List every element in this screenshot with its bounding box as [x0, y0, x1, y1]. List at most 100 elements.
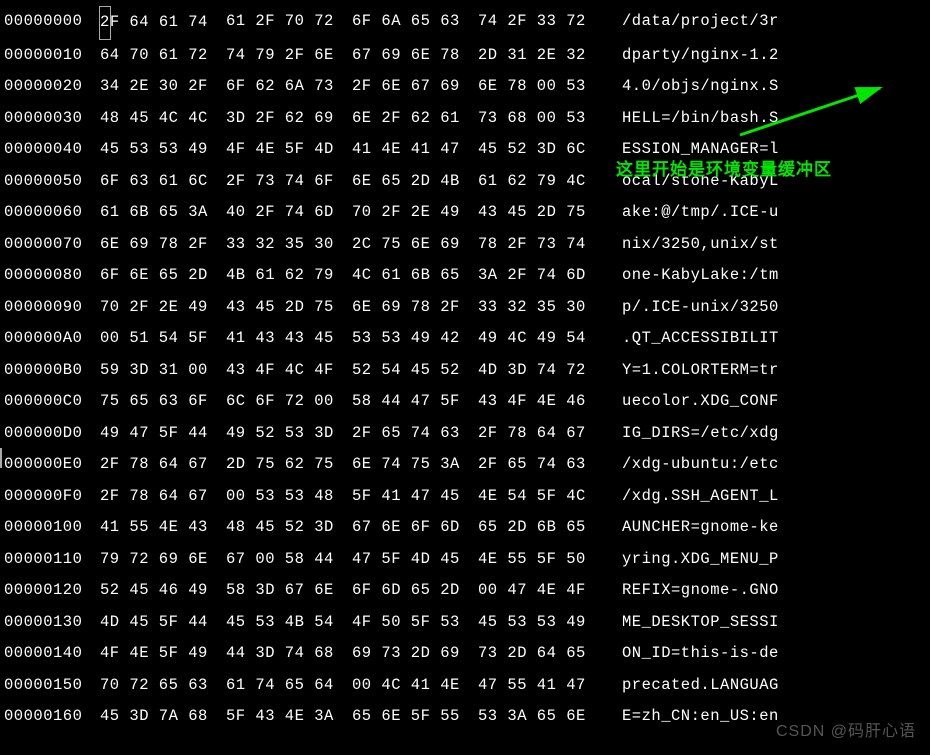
hex-group[interactable]: 43 4F 4C 4F: [226, 355, 352, 387]
ascii-column[interactable]: /xdg.SSH_AGENT_L: [604, 481, 779, 513]
hex-group[interactable]: 6C 6F 72 00: [226, 386, 352, 418]
hex-group[interactable]: 53 53 49 42: [352, 323, 478, 355]
hex-group[interactable]: 4F 4E 5F 49: [100, 638, 226, 670]
ascii-column[interactable]: nix/3250,unix/st: [604, 229, 779, 261]
ascii-column[interactable]: .QT_ACCESSIBILIT: [604, 323, 779, 355]
hex-group[interactable]: 65 2D 6B 65: [478, 512, 604, 544]
hex-row[interactable]: 0000015070 72 65 6361 74 65 6400 4C 41 4…: [0, 670, 930, 702]
hex-group[interactable]: 6F 62 6A 73: [226, 71, 352, 103]
ascii-column[interactable]: p/.ICE-unix/3250: [604, 292, 779, 324]
hex-group[interactable]: 5F 43 4E 3A: [226, 701, 352, 733]
hex-row[interactable]: 000000D049 47 5F 4449 52 53 3D2F 65 74 6…: [0, 418, 930, 450]
hex-group[interactable]: 43 45 2D 75: [478, 197, 604, 229]
hex-group[interactable]: 43 4F 4E 46: [478, 386, 604, 418]
hex-group[interactable]: 45 3D 7A 68: [100, 701, 226, 733]
hex-group[interactable]: 6E 69 78 2F: [352, 292, 478, 324]
hex-row[interactable]: 000001304D 45 5F 4445 53 4B 544F 50 5F 5…: [0, 607, 930, 639]
hex-group[interactable]: 2C 75 6E 69: [352, 229, 478, 261]
hex-group[interactable]: 74 2F 33 72: [478, 6, 604, 40]
hex-group[interactable]: 6F 6D 65 2D: [352, 575, 478, 607]
hex-group[interactable]: 5F 41 47 45: [352, 481, 478, 513]
hex-group[interactable]: 79 72 69 6E: [100, 544, 226, 576]
hex-group[interactable]: 33 32 35 30: [226, 229, 352, 261]
hex-group[interactable]: 67 69 6E 78: [352, 40, 478, 72]
hex-group[interactable]: 3A 2F 74 6D: [478, 260, 604, 292]
hex-group[interactable]: 65 6E 5F 55: [352, 701, 478, 733]
hex-group[interactable]: 41 43 43 45: [226, 323, 352, 355]
hex-group[interactable]: 6E 2F 62 61: [352, 103, 478, 135]
hex-row[interactable]: 000000C075 65 63 6F6C 6F 72 0058 44 47 5…: [0, 386, 930, 418]
hex-row[interactable]: 0000011079 72 69 6E67 00 58 4447 5F 4D 4…: [0, 544, 930, 576]
hex-group[interactable]: 61 74 65 64: [226, 670, 352, 702]
hex-group[interactable]: 49 4C 49 54: [478, 323, 604, 355]
hex-row[interactable]: 0000001064 70 61 7274 79 2F 6E67 69 6E 7…: [0, 40, 930, 72]
hex-group[interactable]: 47 55 41 47: [478, 670, 604, 702]
hex-group[interactable]: 53 3A 65 6E: [478, 701, 604, 733]
hex-group[interactable]: 70 2F 2E 49: [100, 292, 226, 324]
hex-group[interactable]: 00 4C 41 4E: [352, 670, 478, 702]
hex-row[interactable]: 0000012052 45 46 4958 3D 67 6E6F 6D 65 2…: [0, 575, 930, 607]
hex-group[interactable]: 2F 6E 67 69: [352, 71, 478, 103]
ascii-column[interactable]: uecolor.XDG_CONF: [604, 386, 779, 418]
ascii-column[interactable]: yring.XDG_MENU_P: [604, 544, 779, 576]
hex-group[interactable]: 2D 75 62 75: [226, 449, 352, 481]
hex-group[interactable]: 47 5F 4D 45: [352, 544, 478, 576]
ascii-column[interactable]: /xdg-ubuntu:/etc: [604, 449, 779, 481]
hex-group[interactable]: 3D 2F 62 69: [226, 103, 352, 135]
hex-group[interactable]: 75 65 63 6F: [100, 386, 226, 418]
hex-group[interactable]: 6E 78 00 53: [478, 71, 604, 103]
ascii-column[interactable]: ON_ID=this-is-de: [604, 638, 779, 670]
hex-group[interactable]: 33 32 35 30: [478, 292, 604, 324]
ascii-column[interactable]: Y=1.COLORTERM=tr: [604, 355, 779, 387]
hex-group[interactable]: 43 45 2D 75: [226, 292, 352, 324]
hex-group[interactable]: 44 3D 74 68: [226, 638, 352, 670]
hex-group[interactable]: 41 55 4E 43: [100, 512, 226, 544]
hex-group[interactable]: 74 79 2F 6E: [226, 40, 352, 72]
hex-group[interactable]: 00 47 4E 4F: [478, 575, 604, 607]
hex-group[interactable]: 4F 50 5F 53: [352, 607, 478, 639]
ascii-column[interactable]: ake:@/tmp/.ICE-u: [604, 197, 779, 229]
hex-group[interactable]: 2F 78 64 67: [478, 418, 604, 450]
ascii-column[interactable]: ME_DESKTOP_SESSI: [604, 607, 779, 639]
hex-group[interactable]: 41 4E 41 47: [352, 134, 478, 166]
ascii-column[interactable]: dparty/nginx-1.2: [604, 40, 779, 72]
hex-group[interactable]: 61 6B 65 3A: [100, 197, 226, 229]
hex-group[interactable]: 58 3D 67 6E: [226, 575, 352, 607]
hex-group[interactable]: 2F 65 74 63: [352, 418, 478, 450]
ascii-column[interactable]: IG_DIRS=/etc/xdg: [604, 418, 779, 450]
hex-dump-view[interactable]: 000000002F 64 61 7461 2F 70 726F 6A 65 6…: [0, 6, 930, 733]
hex-row[interactable]: 0000006061 6B 65 3A40 2F 74 6D70 2F 2E 4…: [0, 197, 930, 229]
hex-row[interactable]: 0000010041 55 4E 4348 45 52 3D67 6E 6F 6…: [0, 512, 930, 544]
hex-group[interactable]: 45 53 53 49: [100, 134, 226, 166]
ascii-column[interactable]: AUNCHER=gnome-ke: [604, 512, 779, 544]
hex-group[interactable]: 67 6E 6F 6D: [352, 512, 478, 544]
hex-group[interactable]: 73 68 00 53: [478, 103, 604, 135]
ascii-column[interactable]: HELL=/bin/bash.S: [604, 103, 779, 135]
hex-group[interactable]: 69 73 2D 69: [352, 638, 478, 670]
hex-group[interactable]: 61 62 79 4C: [478, 166, 604, 198]
ascii-column[interactable]: precated.LANGUAG: [604, 670, 779, 702]
hex-group[interactable]: 49 47 5F 44: [100, 418, 226, 450]
hex-group[interactable]: 2F 73 74 6F: [226, 166, 352, 198]
hex-group[interactable]: 64 70 61 72: [100, 40, 226, 72]
hex-group[interactable]: 6F 6A 65 63: [352, 6, 478, 40]
hex-row[interactable]: 0000003048 45 4C 4C3D 2F 62 696E 2F 62 6…: [0, 103, 930, 135]
hex-group[interactable]: 4B 61 62 79: [226, 260, 352, 292]
hex-group[interactable]: 00 53 53 48: [226, 481, 352, 513]
hex-group[interactable]: 6F 63 61 6C: [100, 166, 226, 198]
hex-row[interactable]: 000000F02F 78 64 6700 53 53 485F 41 47 4…: [0, 481, 930, 513]
hex-group[interactable]: 4D 45 5F 44: [100, 607, 226, 639]
hex-row[interactable]: 0000002034 2E 30 2F6F 62 6A 732F 6E 67 6…: [0, 71, 930, 103]
hex-group[interactable]: 67 00 58 44: [226, 544, 352, 576]
hex-group[interactable]: 78 2F 73 74: [478, 229, 604, 261]
hex-group[interactable]: 73 2D 64 65: [478, 638, 604, 670]
hex-group[interactable]: 49 52 53 3D: [226, 418, 352, 450]
hex-group[interactable]: 6E 74 75 3A: [352, 449, 478, 481]
hex-group[interactable]: 70 72 65 63: [100, 670, 226, 702]
hex-group[interactable]: 4F 4E 5F 4D: [226, 134, 352, 166]
hex-group[interactable]: 4C 61 6B 65: [352, 260, 478, 292]
hex-group[interactable]: 2F 78 64 67: [100, 449, 226, 481]
ascii-column[interactable]: one-KabyLake:/tm: [604, 260, 779, 292]
hex-group[interactable]: 2F 64 61 74: [100, 6, 226, 40]
ascii-column[interactable]: /data/project/3r: [604, 6, 779, 40]
